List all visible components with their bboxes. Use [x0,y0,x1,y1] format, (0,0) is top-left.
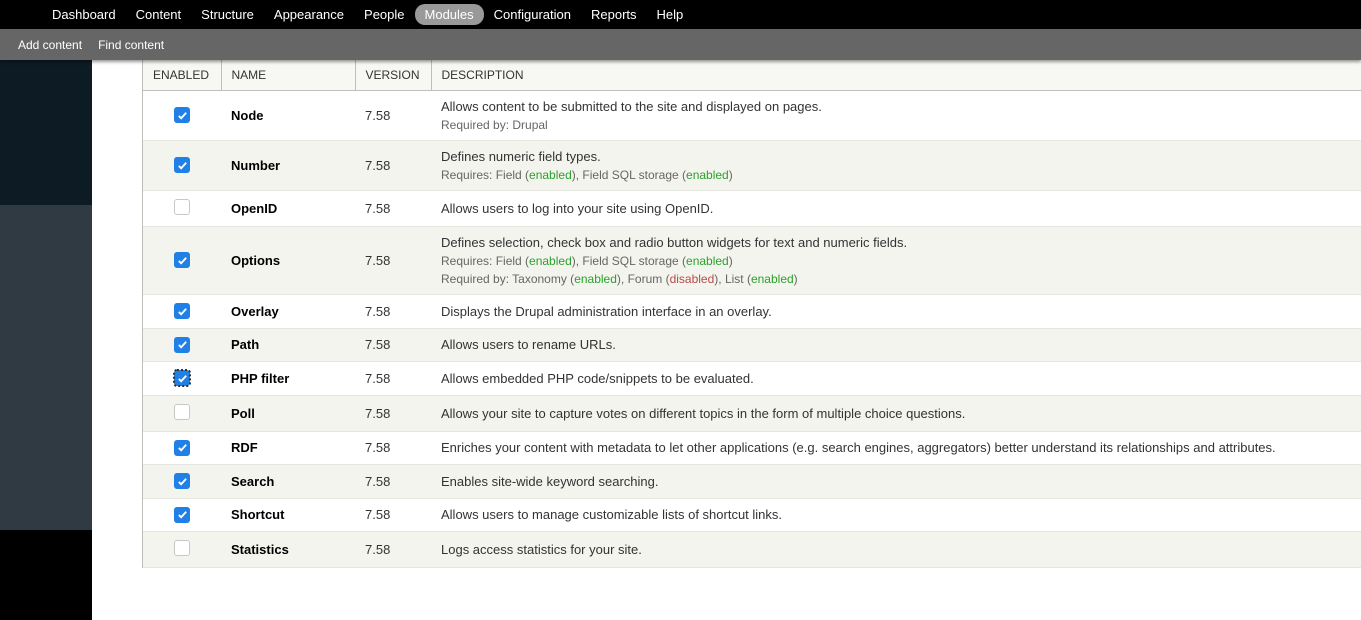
modules-table: ENABLED NAME VERSION DESCRIPTION Node7.5… [143,60,1361,568]
table-row: Shortcut7.58Allows users to manage custo… [143,498,1361,532]
module-name: OpenID [221,191,355,227]
module-name: RDF [221,431,355,465]
table-row: Overlay7.58Displays the Drupal administr… [143,295,1361,329]
module-name: Statistics [221,532,355,568]
enable-checkbox[interactable] [174,507,190,523]
home-icon[interactable] [10,7,30,23]
module-version: 7.58 [355,465,431,499]
toolbar-item-reports[interactable]: Reports [581,2,647,27]
module-description: Allows content to be submitted to the si… [431,91,1361,141]
toolbar-item-appearance[interactable]: Appearance [264,2,354,27]
admin-toolbar: DashboardContentStructureAppearancePeopl… [0,0,1361,29]
toolbar-item-modules[interactable]: Modules [415,4,484,25]
toolbar-item-help[interactable]: Help [647,2,694,27]
shortcut-find-content[interactable]: Find content [90,33,172,57]
sidebar-block [0,60,92,205]
table-row: Statistics7.58Logs access statistics for… [143,532,1361,568]
toolbar-item-dashboard[interactable]: Dashboard [42,2,126,27]
module-version: 7.58 [355,91,431,141]
enable-checkbox[interactable] [174,540,190,556]
table-row: OpenID7.58Allows users to log into your … [143,191,1361,227]
module-version: 7.58 [355,498,431,532]
enable-checkbox[interactable] [174,440,190,456]
module-description: Displays the Drupal administration inter… [431,295,1361,329]
enable-checkbox[interactable] [174,337,190,353]
module-description: Enriches your content with metadata to l… [431,431,1361,465]
table-row: Node7.58Allows content to be submitted t… [143,91,1361,141]
module-name: Poll [221,395,355,431]
module-name: Path [221,328,355,362]
col-enabled[interactable]: ENABLED [143,60,221,91]
module-description: Enables site-wide keyword searching. [431,465,1361,499]
col-description[interactable]: DESCRIPTION [431,60,1361,91]
table-row: Search7.58Enables site-wide keyword sear… [143,465,1361,499]
module-description: Defines selection, check box and radio b… [431,227,1361,295]
table-row: RDF7.58Enriches your content with metada… [143,431,1361,465]
module-description: Allows embedded PHP code/snippets to be … [431,362,1361,396]
table-row: Options7.58Defines selection, check box … [143,227,1361,295]
module-description: Allows your site to capture votes on dif… [431,395,1361,431]
enable-checkbox[interactable] [174,252,190,268]
col-name[interactable]: NAME [221,60,355,91]
sidebar-block [0,205,92,530]
shortcut-toolbar: Add contentFind content [0,29,1361,60]
col-version[interactable]: VERSION [355,60,431,91]
module-name: PHP filter [221,362,355,396]
toolbar-item-content[interactable]: Content [126,2,192,27]
module-description: Logs access statistics for your site. [431,532,1361,568]
module-version: 7.58 [355,395,431,431]
main-content: ENABLED NAME VERSION DESCRIPTION Node7.5… [92,60,1361,617]
toolbar-item-people[interactable]: People [354,2,414,27]
module-description: Allows users to rename URLs. [431,328,1361,362]
module-name: Node [221,91,355,141]
sidebar-block [0,530,92,620]
module-description: Defines numeric field types.Requires: Fi… [431,141,1361,191]
module-name: Number [221,141,355,191]
table-row: Path7.58Allows users to rename URLs. [143,328,1361,362]
module-name: Search [221,465,355,499]
module-version: 7.58 [355,191,431,227]
shortcut-add-content[interactable]: Add content [10,33,90,57]
module-version: 7.58 [355,295,431,329]
module-version: 7.58 [355,431,431,465]
enable-checkbox[interactable] [174,370,190,386]
enable-checkbox[interactable] [174,303,190,319]
enable-checkbox[interactable] [174,404,190,420]
module-name: Overlay [221,295,355,329]
module-name: Shortcut [221,498,355,532]
module-description: Allows users to manage customizable list… [431,498,1361,532]
module-description: Allows users to log into your site using… [431,191,1361,227]
table-row: PHP filter7.58Allows embedded PHP code/s… [143,362,1361,396]
toolbar-item-configuration[interactable]: Configuration [484,2,581,27]
module-name: Options [221,227,355,295]
module-version: 7.58 [355,227,431,295]
enable-checkbox[interactable] [174,157,190,173]
toolbar-item-structure[interactable]: Structure [191,2,264,27]
module-version: 7.58 [355,362,431,396]
table-row: Poll7.58Allows your site to capture vote… [143,395,1361,431]
module-version: 7.58 [355,532,431,568]
left-sidebar [0,60,92,617]
table-row: Number7.58Defines numeric field types.Re… [143,141,1361,191]
module-version: 7.58 [355,141,431,191]
enable-checkbox[interactable] [174,473,190,489]
enable-checkbox[interactable] [174,199,190,215]
enable-checkbox[interactable] [174,107,190,123]
module-version: 7.58 [355,328,431,362]
